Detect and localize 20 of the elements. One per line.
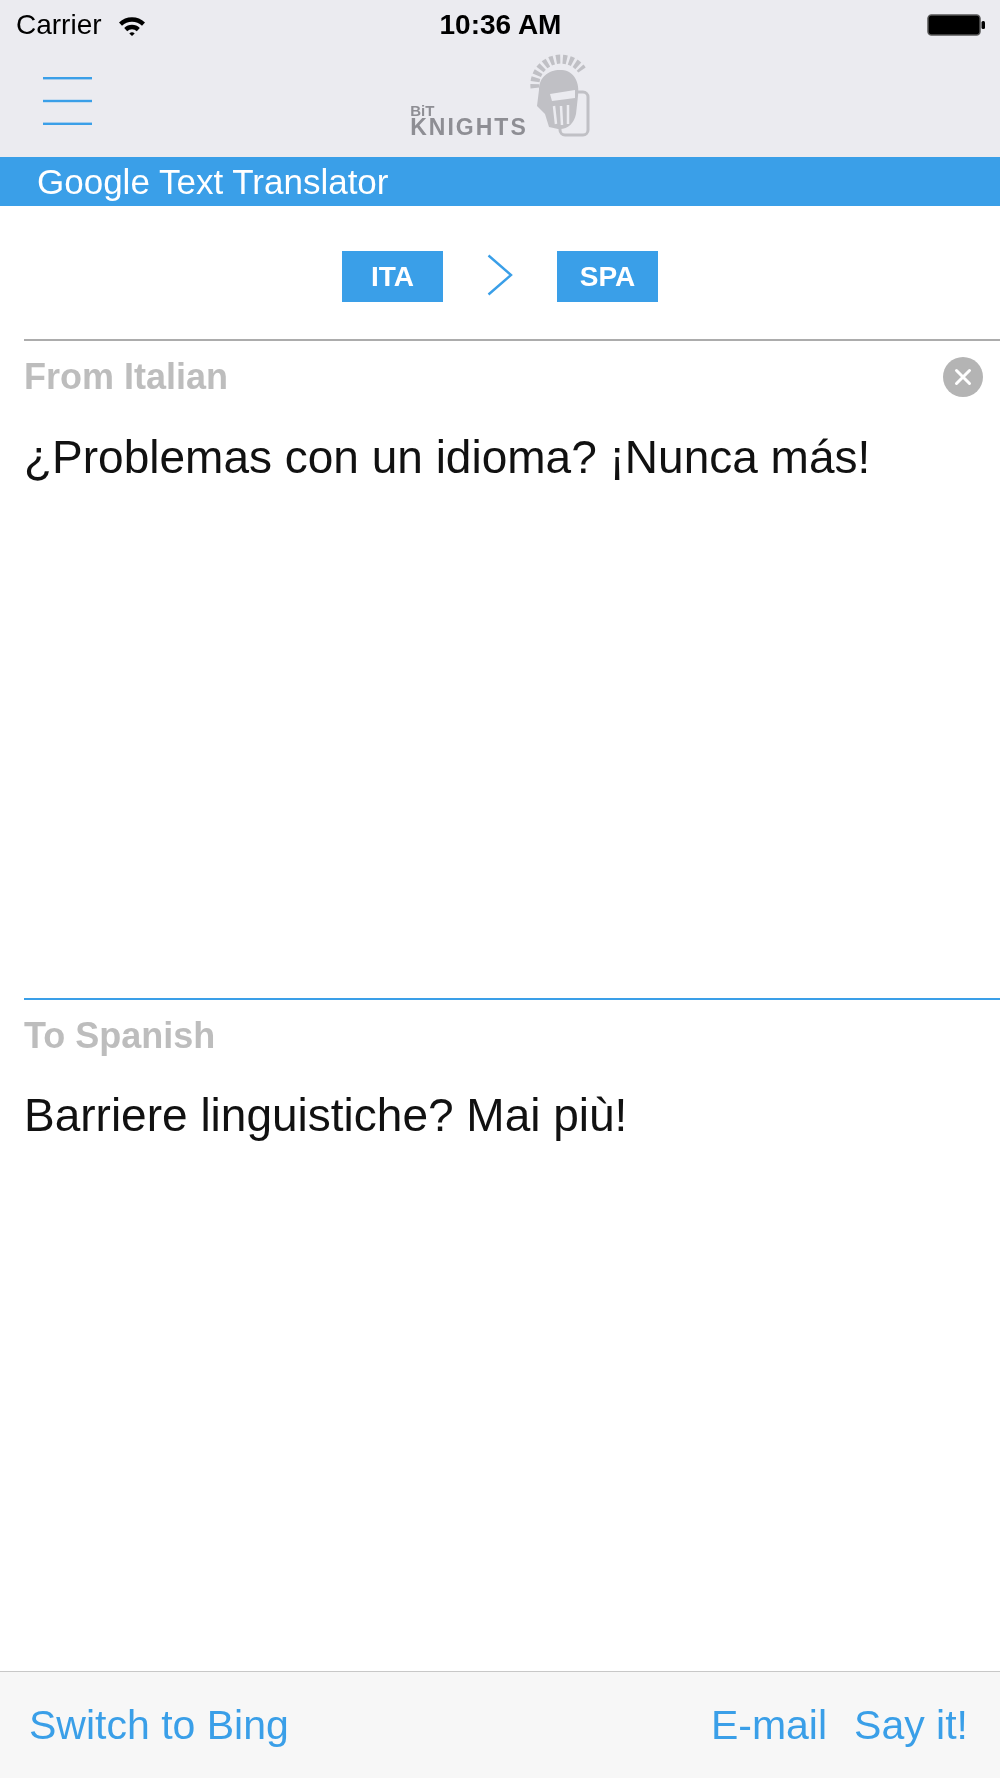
target-language-button[interactable]: SPA	[557, 251, 658, 302]
chevron-right-icon	[487, 254, 513, 296]
carrier-name: Carrier	[16, 9, 102, 41]
toolbar-button[interactable]: Say it!	[854, 1702, 968, 1748]
toolbar-button[interactable]: E-mail	[710, 1702, 828, 1748]
app-title: Google Text Translator	[37, 161, 389, 202]
battery-icon	[927, 14, 985, 36]
translation-text: Barriere linguistiche? Mai più!	[24, 1088, 628, 1142]
knight-helmet-icon	[529, 54, 590, 137]
clock-time: 10:36 AM	[439, 9, 562, 41]
logo-text: BiT	[410, 103, 435, 118]
clear-icon[interactable]	[943, 357, 983, 397]
target-language-label: To Spanish	[24, 1016, 216, 1056]
logo-text: KNIGHTS	[410, 118, 528, 137]
source-text-field[interactable]: ¿Problemas con un idioma? ¡Nunca más!	[24, 430, 871, 484]
wifi-icon	[117, 14, 146, 36]
menu-icon[interactable]	[43, 77, 92, 125]
source-language-button[interactable]: ITA	[342, 251, 443, 302]
source-language-label: From Italian	[24, 357, 229, 397]
toolbar-button[interactable]: Switch to Bing	[29, 1702, 289, 1748]
